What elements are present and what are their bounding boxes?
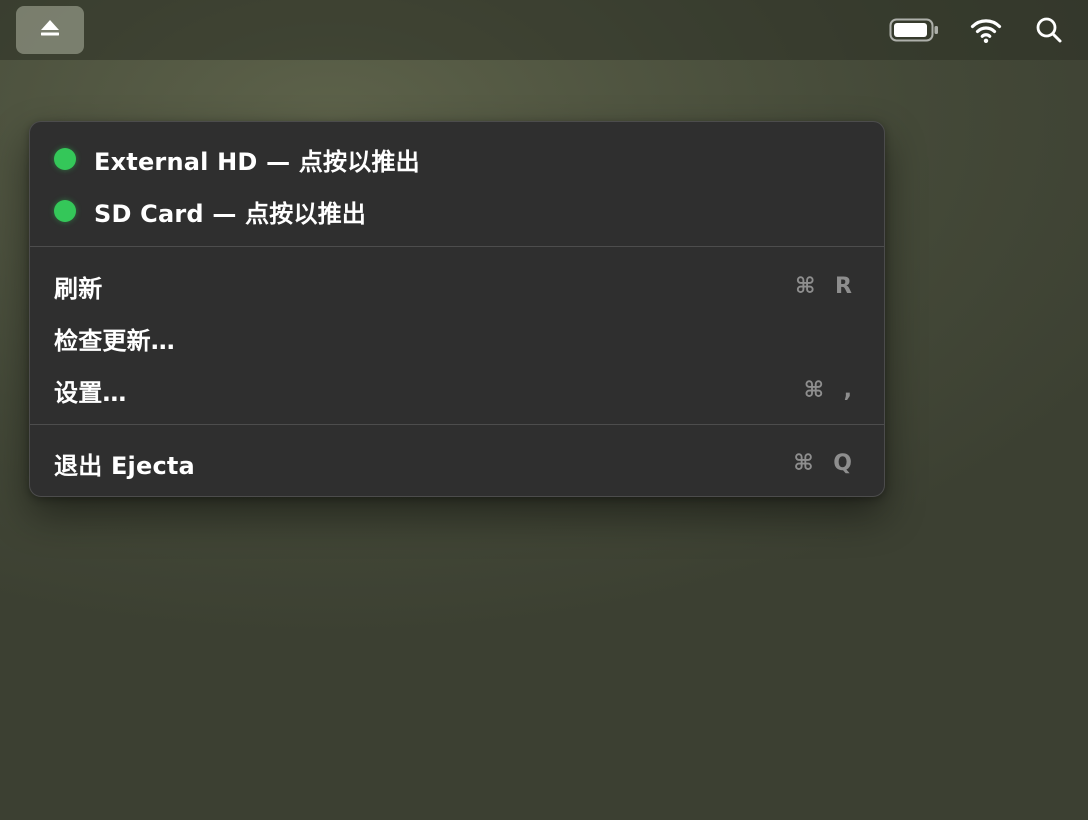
menu-item-check-updates[interactable]: 检查更新… [30, 315, 884, 361]
menu-item-refresh[interactable]: 刷新 ⌘ R [30, 263, 884, 309]
ejecta-menubar-button[interactable] [16, 6, 84, 54]
wifi-icon[interactable] [966, 12, 1006, 48]
shortcut-label: ⌘ R [794, 273, 858, 299]
status-dot-icon [54, 148, 76, 170]
menu-item-sd-card[interactable]: SD Card — 点按以推出 [30, 188, 884, 234]
menu-item-settings[interactable]: 设置… ⌘ , [30, 367, 884, 413]
menu-item-label: 设置… [54, 378, 127, 407]
menu-item-label: 退出 Ejecta [54, 451, 195, 480]
shortcut-label: ⌘ , [803, 377, 858, 403]
ejecta-dropdown-menu: External HD — 点按以推出 SD Card — 点按以推出 刷新 ⌘… [29, 121, 885, 497]
menu-item-label: SD Card — 点按以推出 [94, 199, 367, 228]
shortcut-label: ⌘ Q [793, 450, 858, 476]
battery-icon[interactable] [888, 12, 940, 48]
menu-item-label: External HD — 点按以推出 [94, 147, 420, 176]
menu-separator [30, 246, 884, 247]
menu-item-quit[interactable]: 退出 Ejecta ⌘ Q [30, 440, 884, 486]
menu-item-label: 刷新 [54, 274, 103, 303]
menu-item-label: 检查更新… [54, 326, 175, 355]
menu-item-external-hd[interactable]: External HD — 点按以推出 [30, 136, 884, 182]
eject-icon [40, 19, 60, 41]
menu-bar [0, 0, 1088, 60]
menu-separator [30, 424, 884, 425]
status-dot-icon [54, 200, 76, 222]
search-icon[interactable] [1030, 12, 1068, 48]
